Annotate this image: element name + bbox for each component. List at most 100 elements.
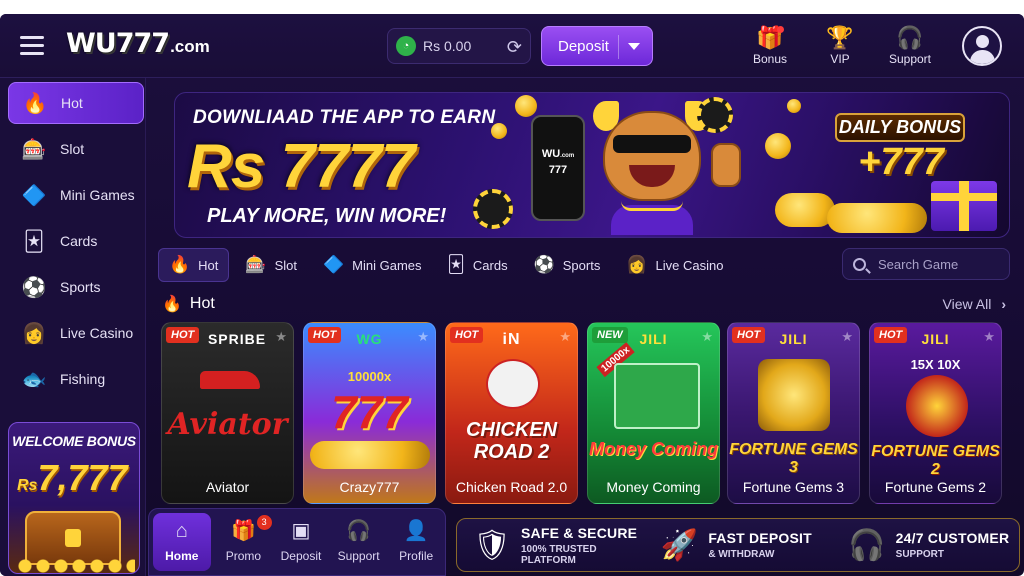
top-bar: WU777 .com ◔ Rs 0.00 ⟳ Deposit 🎁 Bonus 🏆…	[0, 14, 1024, 78]
support-button[interactable]: 🎧 Support	[880, 24, 940, 74]
sidebar-item-slot[interactable]: 🎰 Slot	[8, 128, 144, 170]
wallet-icon: ◔	[396, 36, 416, 56]
promo-count-badge: 3	[256, 515, 272, 530]
section-title-text: Hot	[189, 295, 215, 312]
headset-icon: 🎧	[346, 520, 372, 542]
hot-badge: HOT	[308, 327, 342, 343]
fire-icon: 🔥	[22, 92, 48, 115]
nav-support[interactable]: 🎧 Support	[330, 509, 388, 575]
game-name: Chicken Road 2.0	[455, 479, 568, 495]
airplane-icon	[200, 371, 260, 389]
coin-icon	[515, 95, 537, 117]
logo-suffix: .com	[170, 37, 210, 56]
favorite-star-icon[interactable]: ★	[417, 329, 429, 345]
promo-banner[interactable]: DOWNLIAAD THE APP TO EARN Rs 7777 PLAY M…	[174, 92, 1010, 238]
phone-logo: WU.com 777	[539, 147, 577, 177]
tab-cards[interactable]: 🃏 Cards	[438, 248, 518, 282]
deposit-label: Deposit	[558, 37, 609, 55]
soccer-ball-icon: ⚽	[21, 276, 47, 299]
nav-home[interactable]: ⌂ Home	[153, 513, 211, 571]
game-card-fortune-gems-3[interactable]: JILI FORTUNE GEMS 3 HOT ★ Fortune Gems 3	[727, 322, 860, 504]
favorite-star-icon[interactable]: ★	[559, 329, 571, 345]
daily-bonus-badge: DAILY BONUS +777	[835, 109, 965, 189]
game-art-title: Money Coming	[589, 439, 718, 459]
fire-icon: 🔥	[162, 296, 182, 313]
chevron-down-icon[interactable]	[628, 43, 640, 50]
new-badge: NEW	[592, 327, 628, 343]
daily-bonus-title: DAILY BONUS	[835, 113, 965, 142]
tab-live-casino[interactable]: 👩 Live Casino	[616, 248, 733, 282]
multiplier-label: 10000x	[347, 369, 392, 384]
favorite-star-icon[interactable]: ★	[701, 329, 713, 345]
game-thumbnail: WG 10000x 777	[304, 323, 435, 469]
tab-hot[interactable]: 🔥 Hot	[158, 248, 230, 282]
gift-box-icon	[931, 181, 997, 231]
nav-label: Profile	[399, 549, 434, 563]
bonus-button[interactable]: 🎁 Bonus	[740, 24, 800, 74]
game-card-aviator[interactable]: SPRIBE Aviator HOT ★ Aviator	[161, 322, 294, 504]
tab-sports[interactable]: ⚽ Sports	[524, 248, 611, 282]
thumbs-up-icon	[711, 143, 741, 187]
view-all-label: View All	[942, 296, 992, 312]
nav-deposit[interactable]: ▣ Deposit	[272, 509, 330, 575]
bonus-label: Bonus	[752, 52, 788, 66]
menu-icon[interactable]	[20, 36, 44, 56]
trust-subtitle: 100% TRUSTED PLATFORM	[521, 543, 597, 566]
nav-label: Promo	[225, 549, 262, 563]
search-box[interactable]	[842, 248, 1010, 280]
nav-label: Deposit	[280, 549, 322, 563]
game-card-money-coming[interactable]: JILI 10000x Money Coming NEW ★ Money Com…	[587, 322, 720, 504]
avatar[interactable]	[962, 26, 1002, 66]
sidebar-item-cards[interactable]: 🃏 Cards	[8, 220, 144, 262]
refresh-icon[interactable]: ⟳	[507, 37, 522, 58]
tab-label: Sports	[562, 257, 601, 273]
trust-subtitle: & WITHDRAW	[708, 549, 775, 560]
game-card-fortune-gems-2[interactable]: JILI 15X 10X FORTUNE GEMS 2 HOT ★ Fortun…	[869, 322, 1002, 504]
tab-label: Mini Games	[352, 257, 422, 273]
multiplier-label: 15X 10X	[910, 357, 961, 372]
bonus-value: 7,777	[37, 457, 128, 498]
sidebar-item-mini-games[interactable]: 🔷 Mini Games	[8, 174, 144, 216]
favorite-star-icon[interactable]: ★	[275, 329, 287, 345]
chicken-icon	[486, 359, 540, 409]
logo[interactable]: WU777 .com	[66, 28, 210, 62]
tab-label: Cards	[472, 257, 508, 273]
sidebar-item-label: Live Casino	[60, 325, 134, 341]
bull-mascot	[593, 101, 713, 235]
sidebar-item-sports[interactable]: ⚽ Sports	[8, 266, 144, 308]
sidebar-item-live-casino[interactable]: 👩 Live Casino	[8, 312, 144, 354]
game-thumbnail: JILI FORTUNE GEMS 3	[728, 323, 859, 476]
app-window: WU777 .com ◔ Rs 0.00 ⟳ Deposit 🎁 Bonus 🏆…	[0, 14, 1024, 576]
view-all-link[interactable]: View All ›	[943, 296, 1006, 312]
trust-item-fast-deposit: 🚀 FAST DEPOSIT & WITHDRAW	[660, 528, 831, 563]
sidebar-item-label: Hot	[61, 95, 83, 111]
sidebar-item-fishing[interactable]: 🐟 Fishing	[8, 358, 144, 400]
coins-icon	[15, 559, 135, 573]
tab-slot[interactable]: 🎰 Slot	[235, 248, 307, 282]
soccer-ball-icon: ⚽	[533, 255, 555, 274]
game-thumbnail: iN CHICKEN ROAD 2	[446, 323, 577, 469]
game-art-title: Aviator	[167, 407, 288, 442]
rocket-icon: 🚀	[660, 528, 698, 562]
favorite-star-icon[interactable]: ★	[983, 329, 995, 345]
game-card-crazy777[interactable]: WG 10000x 777 HOT ★ Crazy777	[303, 322, 436, 504]
vip-button[interactable]: 🏆 VIP	[810, 24, 870, 74]
nav-profile[interactable]: 👤 Profile	[387, 509, 445, 575]
welcome-bonus-card[interactable]: WELCOME BONUS Rs7,777	[8, 422, 140, 574]
nav-promo[interactable]: 🎁 3 Promo	[215, 509, 273, 575]
phone-logo-suffix: .com	[560, 153, 575, 159]
search-input[interactable]	[878, 256, 998, 272]
favorite-star-icon[interactable]: ★	[841, 329, 853, 345]
game-card-chicken-road[interactable]: iN CHICKEN ROAD 2 HOT ★ Chicken Road 2.0	[445, 322, 578, 504]
deposit-button[interactable]: Deposit	[541, 26, 653, 66]
balance-display: ◔ Rs 0.00 ⟳	[387, 28, 531, 64]
hot-badge: HOT	[166, 327, 200, 343]
notification-dot	[777, 26, 784, 33]
hot-badge: HOT	[732, 327, 766, 343]
coin-pile-icon	[827, 203, 927, 233]
tab-mini-games[interactable]: 🔷 Mini Games	[313, 248, 432, 282]
bottom-navigation: ⌂ Home 🎁 3 Promo ▣ Deposit 🎧 Support 👤 P…	[148, 508, 446, 576]
welcome-bonus-amount: Rs7,777	[17, 457, 128, 499]
sidebar: 🔥 Hot 🎰 Slot 🔷 Mini Games 🃏 Cards ⚽ Spor…	[0, 78, 146, 576]
sidebar-item-hot[interactable]: 🔥 Hot	[8, 82, 144, 124]
